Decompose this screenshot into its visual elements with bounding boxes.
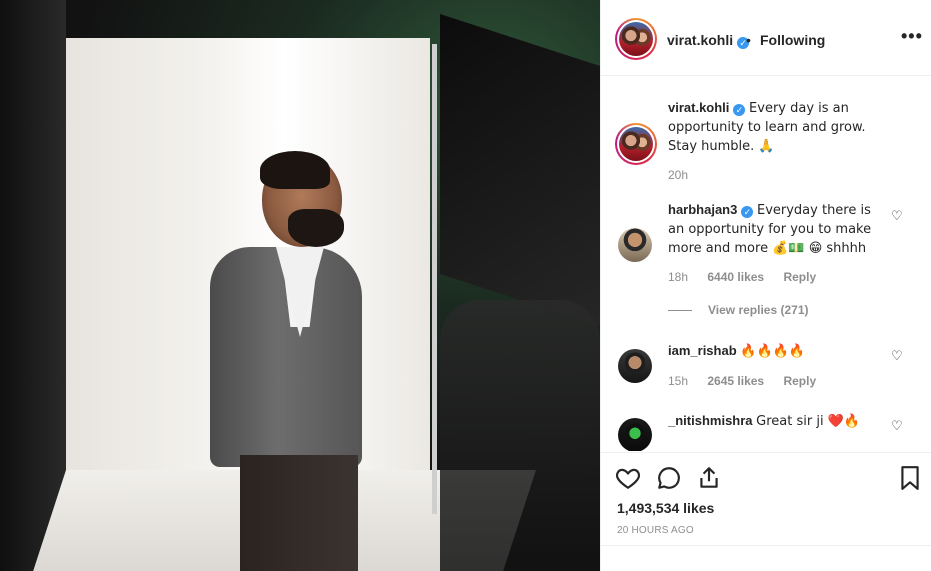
- following-button[interactable]: Following: [760, 32, 825, 48]
- beard: [288, 209, 344, 247]
- comment-meta: 18h 6440 likes Reply: [668, 270, 832, 284]
- comment-body: 🔥🔥🔥🔥: [740, 344, 806, 359]
- caption-age: 20h: [668, 168, 689, 182]
- comment-text: iam_rishab 🔥🔥🔥🔥: [668, 342, 884, 361]
- hair: [260, 151, 330, 189]
- post-photo[interactable]: [0, 0, 600, 571]
- crew-member: [440, 300, 600, 571]
- comment-username[interactable]: _nitishmishra: [668, 413, 753, 428]
- verified-badge-icon: ✓: [733, 104, 746, 116]
- comment-like-heart-icon[interactable]: ♡: [891, 419, 903, 432]
- verified-badge-icon: ✓: [741, 206, 754, 218]
- light-stand: [0, 0, 66, 571]
- post-timestamp[interactable]: 20 HOURS AGO: [617, 525, 694, 536]
- comment-avatar[interactable]: [618, 228, 652, 262]
- author-username-link[interactable]: virat.kohli ✓: [667, 32, 750, 49]
- comment-text: harbhajan3 ✓ Everyday there is an opportu…: [668, 201, 884, 258]
- comments-list[interactable]: virat.kohli ✓ Every day is an opportunity…: [601, 77, 931, 451]
- share-upload-icon[interactable]: [696, 465, 722, 491]
- separator-dot: •: [746, 32, 751, 48]
- likes-count[interactable]: 1,493,534 likes: [617, 500, 714, 516]
- bookmark-icon[interactable]: [897, 465, 923, 491]
- caption-meta: 20h: [668, 168, 704, 182]
- view-replies-label[interactable]: View replies (271): [708, 303, 809, 317]
- comment-meta: 15h 2645 likes Reply: [668, 374, 832, 388]
- reply-button[interactable]: Reply: [783, 374, 816, 388]
- author-avatar[interactable]: [615, 18, 657, 60]
- comment-like-heart-icon[interactable]: ♡: [891, 349, 903, 362]
- comment-username[interactable]: iam_rishab: [668, 343, 737, 358]
- comment-likes[interactable]: 2645 likes: [707, 374, 764, 388]
- softbox-light: [440, 14, 600, 326]
- comment-username[interactable]: harbhajan3: [668, 202, 737, 217]
- comment-age: 15h: [668, 374, 689, 388]
- comment-text: _nitishmishra Great sir ji ❤️🔥: [668, 412, 884, 431]
- comment-avatar[interactable]: [618, 418, 652, 451]
- comment-likes[interactable]: 6440 likes: [707, 270, 764, 284]
- reply-button[interactable]: Reply: [783, 270, 816, 284]
- backdrop-pole: [432, 44, 437, 514]
- caption-author-avatar[interactable]: [615, 123, 657, 165]
- comment-body: Great sir ji ❤️🔥: [756, 414, 861, 429]
- instagram-post: virat.kohli ✓ • Following ••• virat.kohli…: [0, 0, 931, 571]
- person-in-grey-jacket: [200, 151, 370, 571]
- comment-age: 18h: [668, 270, 689, 284]
- view-replies-button[interactable]: View replies (271): [668, 303, 809, 317]
- post-actions-bar: 1,493,534 likes 20 HOURS AGO: [601, 452, 931, 571]
- caption-text: virat.kohli ✓ Every day is an opportunity…: [668, 99, 884, 156]
- caption-username[interactable]: virat.kohli: [668, 100, 729, 115]
- more-options-icon[interactable]: •••: [901, 26, 923, 47]
- post-header: virat.kohli ✓ • Following •••: [601, 0, 931, 76]
- comment-bubble-icon[interactable]: [656, 465, 682, 491]
- add-comment-area[interactable]: [601, 545, 931, 571]
- comment-avatar[interactable]: [618, 349, 652, 383]
- comment-like-heart-icon[interactable]: ♡: [891, 209, 903, 222]
- dark-trousers: [240, 455, 358, 571]
- like-heart-icon[interactable]: [615, 465, 641, 491]
- post-side-panel: virat.kohli ✓ • Following ••• virat.kohli…: [600, 0, 931, 571]
- author-username[interactable]: virat.kohli: [667, 32, 733, 48]
- replies-divider: [668, 310, 692, 312]
